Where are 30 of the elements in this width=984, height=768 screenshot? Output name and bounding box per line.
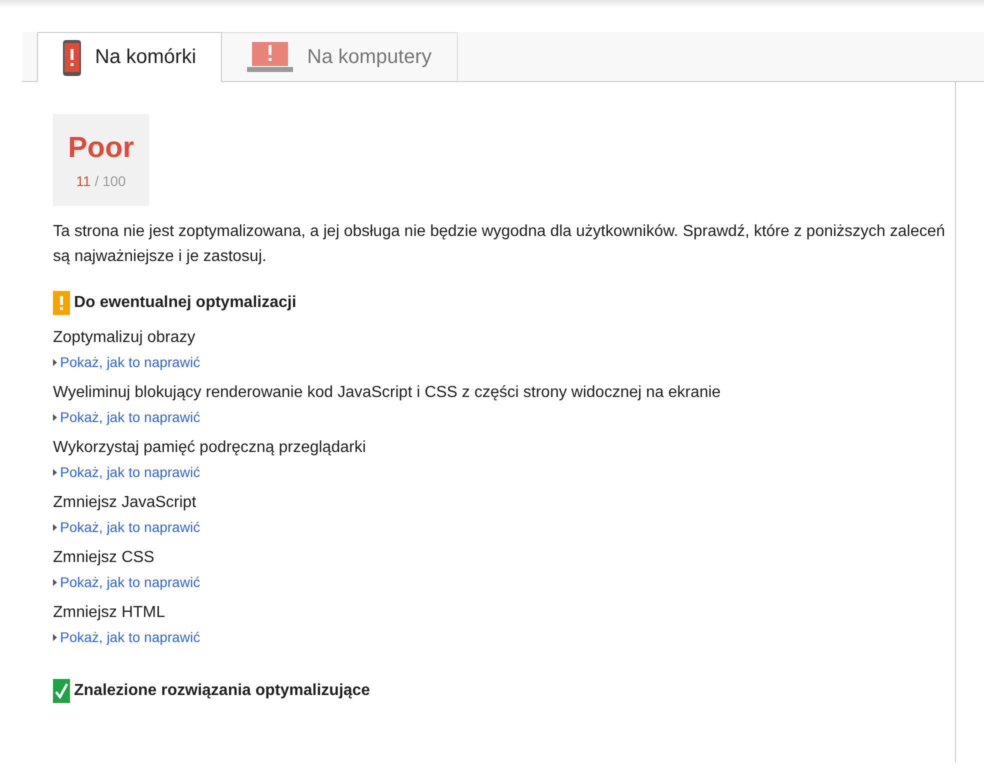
- section-heading: Do ewentualnej optymalizacji: [74, 294, 296, 312]
- rule-title: Zmniejsz CSS: [53, 549, 156, 567]
- show-fix-link[interactable]: Pokaż, jak to naprawić: [53, 629, 955, 645]
- tab[interactable]: Na komórki: [37, 32, 222, 82]
- show-fix-link[interactable]: Pokaż, jak to naprawić: [53, 354, 955, 370]
- checkmark-icon: [53, 679, 70, 703]
- score-value: 11: [76, 172, 91, 188]
- rule-title: Zmniejsz JavaScript: [53, 494, 198, 512]
- show-fix-link[interactable]: Pokaż, jak to naprawić: [53, 519, 955, 535]
- warning-icon: [53, 291, 70, 315]
- laptop-icon: [247, 42, 294, 72]
- caret-icon: [53, 414, 57, 420]
- tab[interactable]: Na komputery: [222, 32, 458, 81]
- caret-icon: [53, 634, 57, 640]
- score-max: / 100: [94, 172, 126, 188]
- caret-icon: [53, 468, 57, 476]
- show-fix-link[interactable]: Pokaż, jak to naprawić: [53, 464, 955, 480]
- section-heading: Znalezione rozwiązania optymalizujące: [74, 682, 370, 700]
- show-fix-link[interactable]: Pokaż, jak to naprawić: [53, 409, 955, 425]
- phone-icon: [63, 40, 81, 76]
- rule-title: Zmniejsz HTML: [53, 604, 166, 622]
- score-rating: Poor: [68, 132, 134, 164]
- rule-title: Wykorzystaj pamięć podręczną przeglądarki: [53, 439, 367, 457]
- caret-icon: [53, 524, 57, 530]
- rule-title: Wyeliminuj blokujący renderowanie kod JavaScript i CSS z części strony widocznej na ekranie: [53, 384, 722, 402]
- caret-icon: [53, 578, 57, 586]
- summary-text: Ta strona nie jest zoptymalizowana, a jej obsługa nie będzie wygodna dla użytkowników. Sprawdź, które z poniższych zaleceń są najważniejsze i je zastosuj.: [53, 222, 946, 267]
- rule-title: Zoptymalizuj obrazy: [53, 329, 196, 347]
- caret-icon: [53, 358, 57, 366]
- show-fix-link[interactable]: Pokaż, jak to naprawić: [53, 574, 955, 590]
